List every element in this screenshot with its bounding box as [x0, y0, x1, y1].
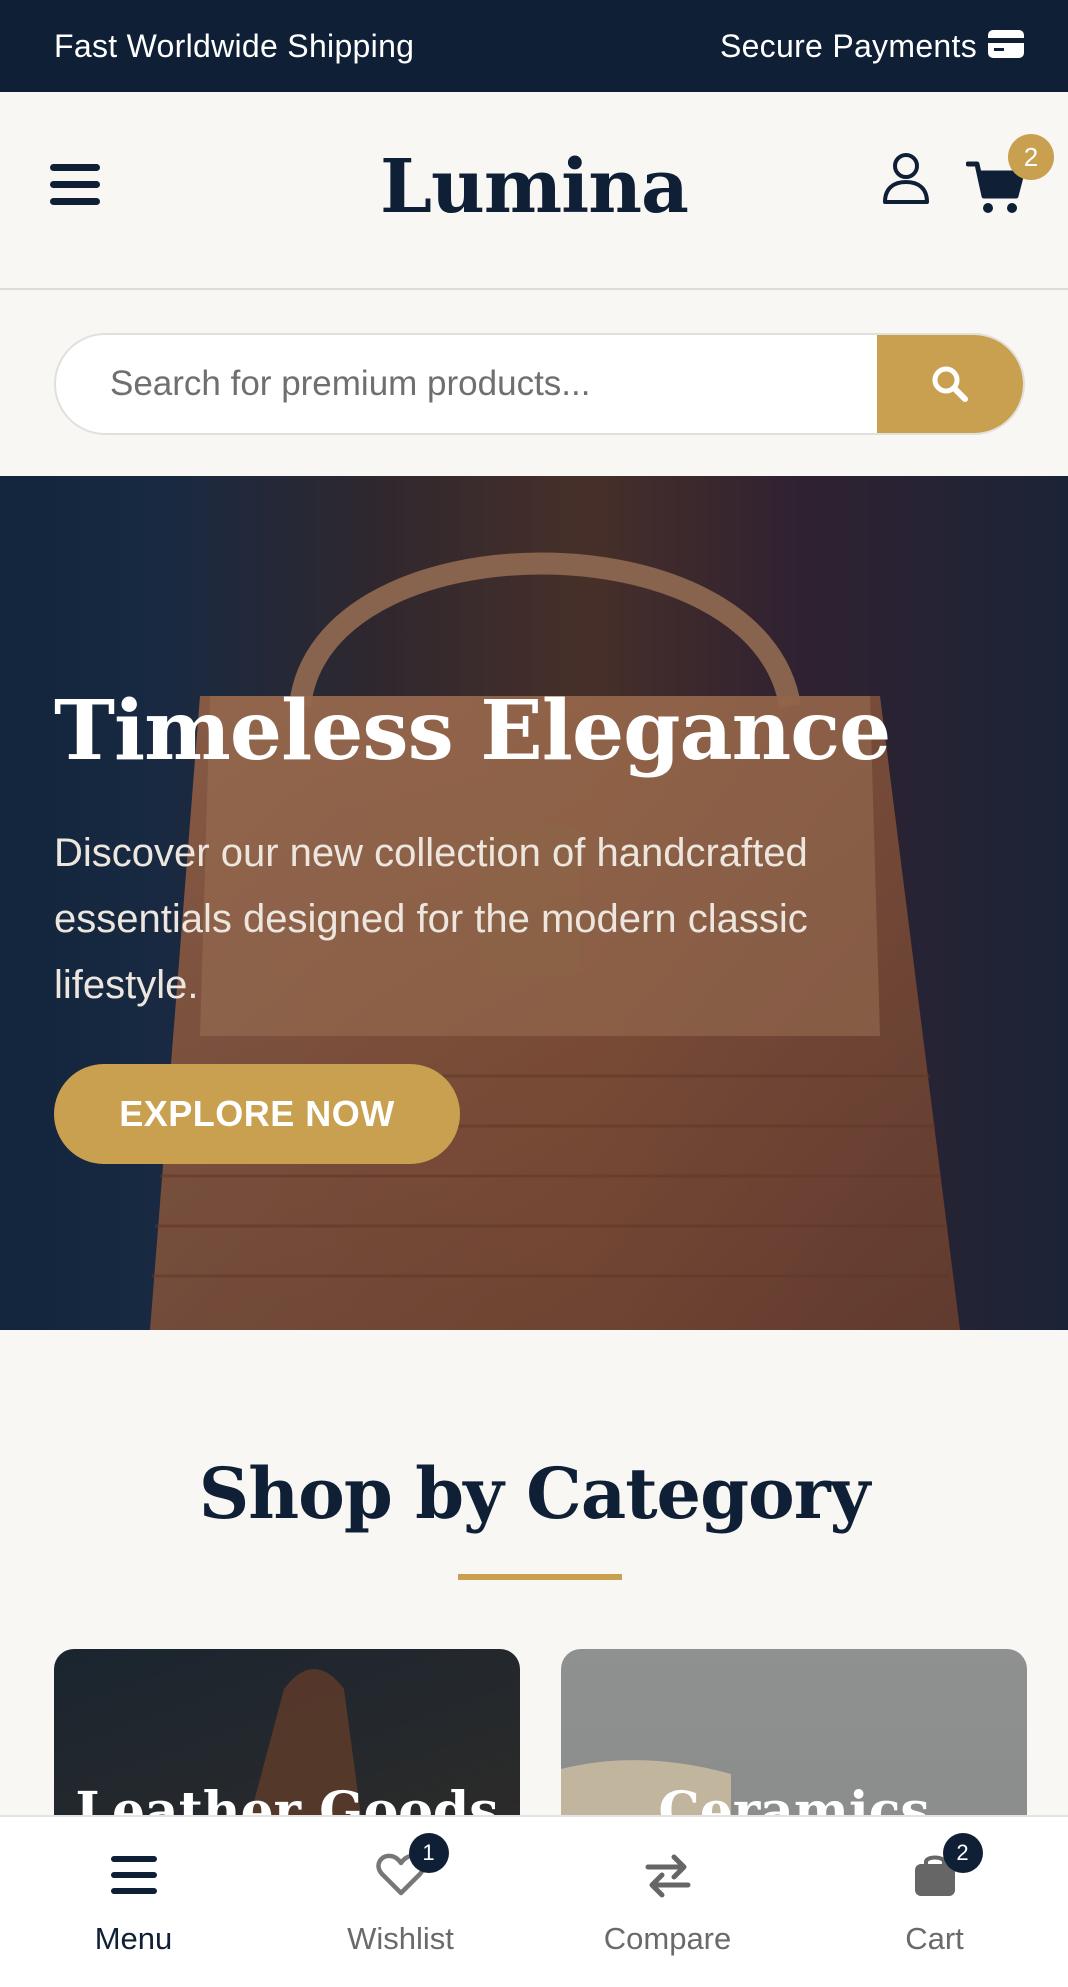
bag-icon: 2: [907, 1833, 983, 1903]
cart-count-badge: 2: [942, 1833, 983, 1873]
explore-now-button[interactable]: EXPLORE NOW: [54, 1064, 460, 1165]
wishlist-count-badge: 1: [408, 1833, 449, 1873]
nav-label: Wishlist: [347, 1921, 454, 1956]
user-icon: [883, 153, 929, 204]
search-button[interactable]: [877, 335, 1023, 433]
credit-card-icon: [987, 29, 1025, 64]
nav-wishlist[interactable]: 1 Wishlist: [267, 1817, 534, 1987]
nav-label: Cart: [905, 1921, 964, 1956]
bottom-navigation: Menu 1 Wishlist Compare 2 Cart: [0, 1815, 1068, 1987]
category-section-title: Shop by Category: [198, 1452, 871, 1535]
nav-menu[interactable]: Menu: [0, 1817, 267, 1987]
search-icon: [932, 366, 968, 402]
search-input[interactable]: [56, 335, 877, 433]
site-header: Lumina 2: [0, 92, 1068, 290]
shipping-notice: Fast Worldwide Shipping: [54, 27, 415, 64]
hero-title: Timeless Elegance: [54, 683, 891, 779]
search-bar: [54, 333, 1025, 435]
nav-cart[interactable]: 2 Cart: [801, 1817, 1068, 1987]
top-announcement-bar: Fast Worldwide Shipping Secure Payments: [0, 0, 1068, 92]
hero-content: Timeless Elegance Discover our new colle…: [54, 683, 954, 1165]
account-button[interactable]: [882, 152, 932, 208]
hero-banner: Timeless Elegance Discover our new colle…: [0, 476, 1068, 1330]
payment-notice-text: Secure Payments: [719, 27, 977, 64]
hamburger-icon: [106, 1847, 162, 1903]
hero-description: Discover our new collection of handcraft…: [54, 831, 808, 1008]
payment-notice: Secure Payments: [720, 28, 1025, 65]
cart-count-badge: 2: [1008, 134, 1054, 180]
nav-label: Menu: [94, 1921, 173, 1956]
swap-arrows-icon: [640, 1847, 696, 1903]
nav-compare[interactable]: Compare: [534, 1817, 801, 1987]
heart-icon: 1: [373, 1833, 449, 1903]
section-title-underline: [458, 1574, 622, 1580]
nav-label: Compare: [603, 1921, 732, 1956]
